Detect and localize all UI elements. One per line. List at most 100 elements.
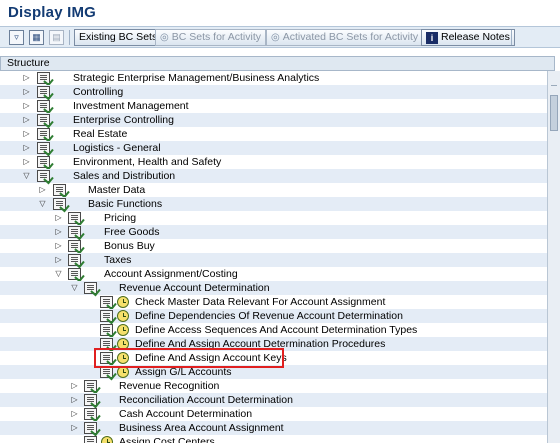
- document-check-icon[interactable]: [37, 128, 50, 140]
- collapse-arrow-icon[interactable]: [54, 268, 63, 279]
- tree-activity-check-master-data[interactable]: Check Master Data Relevant For Account A…: [0, 295, 547, 309]
- tree-node-ehs[interactable]: Environment, Health and Safety: [0, 155, 547, 169]
- document-check-icon[interactable]: [100, 366, 113, 378]
- expand-arrow-icon[interactable]: [54, 212, 63, 223]
- document-check-icon[interactable]: [100, 296, 113, 308]
- expand-arrow-icon[interactable]: [22, 156, 31, 167]
- tree-node-sales-distribution[interactable]: Sales and Distribution: [0, 169, 547, 183]
- expand-arrow-icon[interactable]: [22, 128, 31, 139]
- tree-node-bonus-buy[interactable]: Bonus Buy: [0, 239, 547, 253]
- document-check-icon[interactable]: [68, 226, 81, 238]
- document-check-icon[interactable]: [68, 212, 81, 224]
- tree-node-business-area[interactable]: Business Area Account Assignment: [0, 421, 547, 435]
- expand-arrow-icon[interactable]: [54, 226, 63, 237]
- tree-activity-assign-cost-centers[interactable]: Assign Cost Centers: [0, 435, 547, 443]
- document-check-icon[interactable]: [84, 436, 97, 443]
- expand-arrow-icon[interactable]: [70, 394, 79, 405]
- expand-arrow-icon[interactable]: [70, 380, 79, 391]
- document-check-icon[interactable]: [68, 268, 81, 280]
- tree-node-cash-account[interactable]: Cash Account Determination: [0, 407, 547, 421]
- tree-activity-assign-gl-accounts[interactable]: Assign G/L Accounts: [0, 365, 547, 379]
- document-check-icon[interactable]: [37, 114, 50, 126]
- document-check-icon[interactable]: [100, 310, 113, 322]
- tree-node-label: Free Goods: [104, 226, 160, 238]
- tree-activity-define-assign-account-keys[interactable]: Define And Assign Account Keys: [0, 351, 547, 365]
- application-toolbar: ▿ ▦ ▤ Existing BC Sets ◎ BC Sets for Act…: [0, 26, 560, 48]
- expand-arrow-icon[interactable]: [22, 142, 31, 153]
- clock-execute-icon[interactable]: [117, 366, 129, 378]
- expand-arrow-icon[interactable]: [70, 422, 79, 433]
- tree-node-strategic[interactable]: Strategic Enterprise Management/Business…: [0, 71, 547, 85]
- notes-icon[interactable]: ▦: [29, 30, 44, 45]
- activated-bc-sets-button[interactable]: ◎ Activated BC Sets for Activity: [266, 29, 424, 46]
- release-notes-button[interactable]: i Release Notes: [421, 29, 515, 46]
- clock-execute-icon[interactable]: [101, 436, 113, 443]
- document-check-icon[interactable]: [100, 338, 113, 350]
- tree-node-master-data[interactable]: Master Data: [0, 183, 547, 197]
- activated-bc-set-icon: ◎: [271, 32, 280, 43]
- tree-node-revenue-recognition[interactable]: Revenue Recognition: [0, 379, 547, 393]
- info-icon: i: [426, 31, 438, 44]
- tree-node-label: Define And Assign Account Keys: [135, 352, 287, 364]
- tree-node-real-estate[interactable]: Real Estate: [0, 127, 547, 141]
- tree-node-enterprise-controlling[interactable]: Enterprise Controlling: [0, 113, 547, 127]
- expand-arrow-icon[interactable]: [22, 86, 31, 97]
- tree-node-label: Controlling: [73, 86, 124, 98]
- filter-icon[interactable]: ▿: [9, 30, 24, 45]
- document-check-icon[interactable]: [37, 72, 50, 84]
- document-check-icon[interactable]: [100, 352, 113, 364]
- tree-node-logistics[interactable]: Logistics - General: [0, 141, 547, 155]
- tree-node-investment[interactable]: Investment Management: [0, 99, 547, 113]
- existing-bc-sets-button[interactable]: Existing BC Sets: [74, 29, 163, 46]
- expand-arrow-icon[interactable]: [38, 184, 47, 195]
- bc-sets-for-activity-button[interactable]: ◎ BC Sets for Activity: [155, 29, 267, 46]
- tree-activity-define-assign-procedures[interactable]: Define And Assign Account Determination …: [0, 337, 547, 351]
- title-bar: Display IMG: [0, 0, 560, 26]
- expand-arrow-icon[interactable]: [70, 408, 79, 419]
- clock-execute-icon[interactable]: [117, 310, 129, 322]
- tree-node-reconciliation-account[interactable]: Reconciliation Account Determination: [0, 393, 547, 407]
- clock-execute-icon[interactable]: [117, 296, 129, 308]
- tree-node-basic-functions[interactable]: Basic Functions: [0, 197, 547, 211]
- expand-arrow-icon[interactable]: [22, 100, 31, 111]
- scrollbar-thumb[interactable]: [550, 95, 558, 131]
- tree-activity-define-access-sequences[interactable]: Define Access Sequences And Account Dete…: [0, 323, 547, 337]
- document-check-icon[interactable]: [84, 380, 97, 392]
- document-check-icon[interactable]: [53, 184, 66, 196]
- expand-arrow-icon[interactable]: [22, 72, 31, 83]
- tree-activity-define-dependencies[interactable]: Define Dependencies Of Revenue Account D…: [0, 309, 547, 323]
- tree-node-pricing[interactable]: Pricing: [0, 211, 547, 225]
- tree-node-free-goods[interactable]: Free Goods: [0, 225, 547, 239]
- collapse-arrow-icon[interactable]: [70, 282, 79, 293]
- collapse-arrow-icon[interactable]: [22, 170, 31, 181]
- clock-execute-icon[interactable]: [117, 352, 129, 364]
- tree-node-label: Enterprise Controlling: [73, 114, 174, 126]
- tree-node-revenue-account-determination[interactable]: Revenue Account Determination: [0, 281, 547, 295]
- document-check-icon[interactable]: [37, 86, 50, 98]
- collapse-arrow-icon[interactable]: [38, 198, 47, 209]
- tree-node-taxes[interactable]: Taxes: [0, 253, 547, 267]
- document-check-icon[interactable]: [84, 394, 97, 406]
- expand-arrow-icon[interactable]: [54, 240, 63, 251]
- expand-arrow-icon[interactable]: [22, 114, 31, 125]
- expand-icon[interactable]: ▤: [49, 30, 64, 45]
- structure-column-header[interactable]: Structure: [0, 56, 555, 71]
- clock-execute-icon[interactable]: [117, 338, 129, 350]
- clock-execute-icon[interactable]: [117, 324, 129, 336]
- expand-arrow-icon[interactable]: [54, 254, 63, 265]
- tree-node-label: Investment Management: [73, 100, 189, 112]
- document-check-icon[interactable]: [53, 198, 66, 210]
- document-check-icon[interactable]: [68, 240, 81, 252]
- tree-node-account-assignment[interactable]: Account Assignment/Costing: [0, 267, 547, 281]
- vertical-scrollbar[interactable]: [547, 71, 560, 443]
- document-check-icon[interactable]: [100, 324, 113, 336]
- document-check-icon[interactable]: [68, 254, 81, 266]
- document-check-icon[interactable]: [37, 156, 50, 168]
- tree-node-controlling[interactable]: Controlling: [0, 85, 547, 99]
- document-check-icon[interactable]: [37, 142, 50, 154]
- document-check-icon[interactable]: [37, 100, 50, 112]
- document-check-icon[interactable]: [84, 282, 97, 294]
- document-check-icon[interactable]: [84, 408, 97, 420]
- document-check-icon[interactable]: [84, 422, 97, 434]
- document-check-icon[interactable]: [37, 170, 50, 182]
